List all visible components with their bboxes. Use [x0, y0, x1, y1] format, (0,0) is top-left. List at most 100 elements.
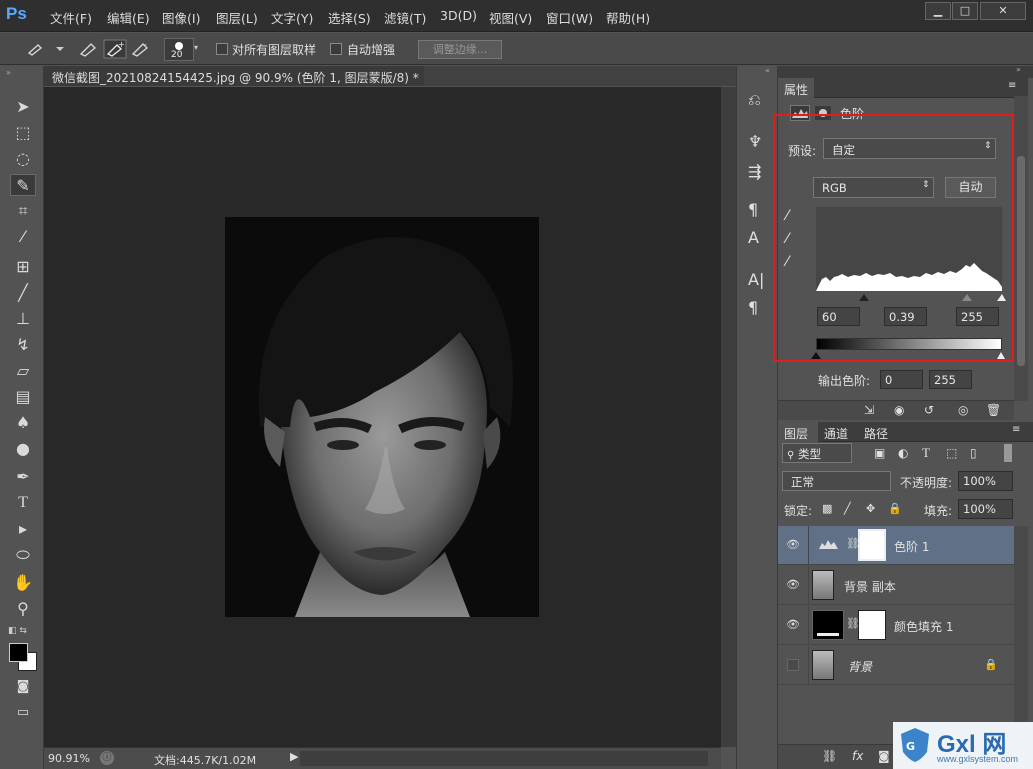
- opacity-field[interactable]: 100%: [958, 471, 1013, 491]
- menu-filter[interactable]: 滤镜(T): [384, 8, 426, 27]
- layer-filter-select[interactable]: ⚲ 类型: [782, 443, 852, 463]
- history-brush-tool-icon[interactable]: ↯: [10, 334, 36, 356]
- menu-select[interactable]: 选择(S): [328, 8, 371, 27]
- menu-help[interactable]: 帮助(H): [606, 8, 650, 27]
- ellipse-tool-icon[interactable]: ⬭: [10, 544, 36, 566]
- add-mask-icon[interactable]: ◙: [878, 749, 890, 763]
- view-previous-icon[interactable]: ◉: [894, 403, 904, 417]
- eraser-tool-icon[interactable]: ▱: [10, 360, 36, 382]
- collapse-dock-icon[interactable]: «: [765, 66, 770, 75]
- fx-icon[interactable]: fx: [852, 749, 863, 763]
- brush-tool-icon[interactable]: ╱: [10, 282, 36, 304]
- refine-edge-button[interactable]: 调整边缘...: [418, 40, 502, 59]
- menu-image[interactable]: 图像(I): [162, 8, 200, 27]
- reset-icon[interactable]: ↺: [924, 403, 934, 417]
- filter-type-icon[interactable]: T: [922, 445, 930, 461]
- document-info-icon[interactable]: ⓘ: [100, 751, 114, 765]
- document-canvas[interactable]: [44, 87, 721, 747]
- layers-scrollbar[interactable]: [1014, 526, 1028, 746]
- output-white-field[interactable]: 255: [929, 370, 972, 389]
- brush-picker[interactable]: 20: [164, 38, 194, 61]
- filter-shape-icon[interactable]: ⬚: [946, 446, 957, 460]
- menu-layer[interactable]: 图层(L): [216, 8, 258, 27]
- filter-toggle[interactable]: [1004, 444, 1012, 462]
- tab-properties[interactable]: 属性: [778, 78, 814, 98]
- move-tool-icon[interactable]: ➤: [10, 96, 36, 118]
- lock-transparent-icon[interactable]: ▩: [822, 502, 832, 515]
- tab-paths[interactable]: 路径: [864, 425, 888, 442]
- pen-tool-icon[interactable]: ✒: [10, 466, 36, 488]
- foreground-color-swatch[interactable]: [9, 643, 28, 662]
- layer-row-color-fill[interactable]: 👁 ⛓ 颜色填充 1: [778, 606, 1014, 645]
- brush-panel-icon[interactable]: ♆: [748, 132, 762, 151]
- gradient-tool-icon[interactable]: ▤: [10, 386, 36, 408]
- filter-adjustment-icon[interactable]: ◐: [898, 446, 908, 460]
- history-panel-icon[interactable]: ⎌: [748, 90, 761, 110]
- horizontal-scrollbar[interactable]: [300, 751, 708, 766]
- paragraph-panel-icon[interactable]: ¶: [748, 298, 758, 317]
- zoom-tool-icon[interactable]: ⚲: [10, 598, 36, 620]
- lock-all-icon[interactable]: 🔒: [888, 502, 902, 515]
- default-colors-icon[interactable]: ◧ ⇆: [8, 626, 27, 636]
- minimize-button[interactable]: ▁: [925, 2, 951, 20]
- fill-field[interactable]: 100%: [958, 499, 1013, 519]
- tab-channels[interactable]: 通道: [824, 425, 848, 442]
- auto-enhance-checkbox[interactable]: [330, 43, 342, 55]
- scrollbar-thumb[interactable]: [1017, 156, 1025, 366]
- quick-selection-preset-icon[interactable]: [26, 41, 66, 57]
- collapse-icon[interactable]: »: [6, 68, 11, 77]
- filter-smart-object-icon[interactable]: ▯: [970, 446, 977, 460]
- blend-mode-select[interactable]: 正常: [782, 471, 891, 491]
- zoom-level[interactable]: 90.91%: [48, 752, 90, 765]
- blur-tool-icon[interactable]: ♠: [10, 412, 36, 434]
- status-menu-arrow-icon[interactable]: ▶: [290, 750, 298, 763]
- properties-scrollbar[interactable]: [1014, 96, 1028, 401]
- eye-icon[interactable]: 👁: [786, 578, 802, 592]
- add-to-selection-icon[interactable]: +: [103, 39, 127, 59]
- close-window-button[interactable]: ✕: [980, 2, 1026, 20]
- tab-layers[interactable]: 图层: [778, 422, 818, 442]
- healing-brush-tool-icon[interactable]: ⊞: [10, 256, 36, 278]
- clone-stamp-tool-icon[interactable]: ⊥: [10, 308, 36, 330]
- maximize-button[interactable]: □: [952, 2, 978, 20]
- menu-view[interactable]: 视图(V): [489, 8, 532, 27]
- screen-mode-icon[interactable]: ▭: [10, 702, 36, 724]
- eye-icon[interactable]: 👁: [786, 538, 802, 552]
- lasso-tool-icon[interactable]: ◌: [10, 148, 36, 170]
- vertical-scrollbar[interactable]: [721, 87, 736, 747]
- dodge-tool-icon[interactable]: ●: [10, 438, 36, 460]
- layers-menu-icon[interactable]: ≡: [1012, 424, 1020, 435]
- brush-presets-icon[interactable]: ⇶: [748, 162, 761, 181]
- eye-icon[interactable]: 👁: [786, 618, 802, 632]
- path-selection-tool-icon[interactable]: ▸: [10, 518, 36, 540]
- clip-to-layer-icon[interactable]: ⇲: [864, 403, 874, 417]
- character-panel-icon[interactable]: A|: [748, 270, 764, 289]
- marquee-tool-icon[interactable]: ⬚: [10, 122, 36, 144]
- collapse-panels-icon[interactable]: »: [1016, 65, 1021, 74]
- character-styles-icon[interactable]: A: [748, 228, 759, 247]
- layer-row-background[interactable]: 背景 🔒: [778, 646, 1014, 685]
- menu-type[interactable]: 文字(Y): [271, 8, 313, 27]
- layer-mask-thumbnail[interactable]: [858, 529, 886, 561]
- hand-tool-icon[interactable]: ✋: [10, 572, 36, 594]
- lock-position-icon[interactable]: ✥: [866, 502, 875, 515]
- chevron-down-icon[interactable]: ▾: [194, 43, 198, 52]
- panel-menu-icon[interactable]: ≡: [1008, 80, 1016, 91]
- output-black-field[interactable]: 0: [880, 370, 923, 389]
- visibility-off-box[interactable]: [787, 659, 799, 671]
- lock-pixels-icon[interactable]: ╱: [844, 502, 851, 515]
- eyedropper-tool-icon[interactable]: ⁄: [10, 226, 36, 248]
- document-tab[interactable]: 微信截图_20210824154425.jpg @ 90.9% (色阶 1, 图…: [44, 66, 441, 86]
- delete-adjustment-icon[interactable]: 🗑: [986, 403, 1001, 417]
- type-tool-icon[interactable]: T: [10, 492, 36, 514]
- menu-file[interactable]: 文件(F): [50, 8, 92, 27]
- menu-window[interactable]: 窗口(W): [546, 8, 593, 27]
- link-layers-icon[interactable]: ⛓: [822, 749, 837, 763]
- layer-mask-thumbnail[interactable]: [858, 610, 886, 640]
- crop-tool-icon[interactable]: ⌗: [10, 200, 36, 222]
- subtract-from-selection-icon[interactable]: -: [130, 40, 152, 58]
- quick-selection-tool-icon[interactable]: ✎: [10, 174, 36, 196]
- sample-all-layers-checkbox[interactable]: [216, 43, 228, 55]
- filter-pixel-icon[interactable]: ▣: [874, 446, 885, 460]
- visibility-toggle-icon[interactable]: ◎: [958, 403, 968, 417]
